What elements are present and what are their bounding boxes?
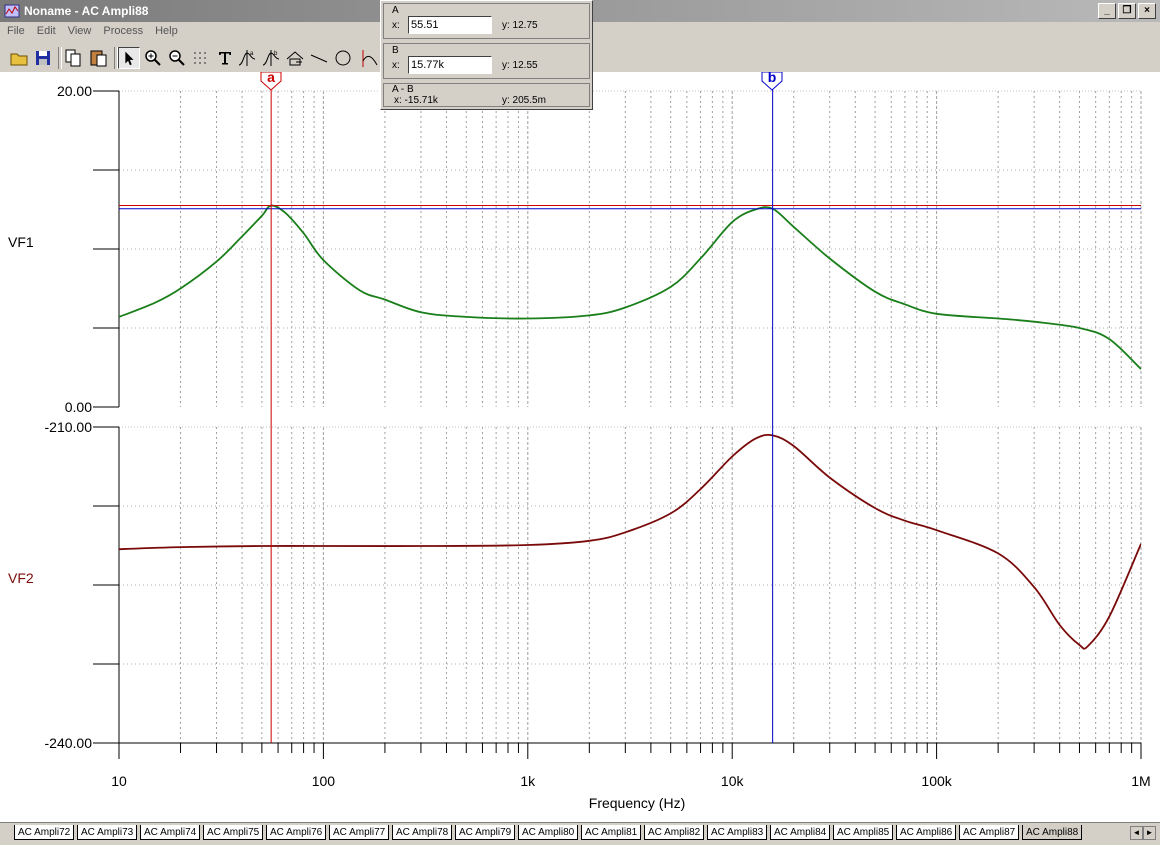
cursor-b-x-label: x: <box>392 60 400 71</box>
cursor-b-label: B <box>392 45 399 56</box>
cursor-readout-panel: A x: 55.51 y: 12.75 B x: 15.77k y: 12.55… <box>380 0 593 110</box>
x-tick-label: 100 <box>312 773 336 789</box>
paste-icon[interactable] <box>88 47 110 69</box>
restore-button[interactable]: ❐ <box>1118 3 1136 19</box>
house-tool-icon[interactable] <box>284 47 306 69</box>
tab-scroll-right-icon[interactable]: ► <box>1143 826 1156 840</box>
cursor-a-marker-label: a <box>267 72 275 85</box>
cursor-b-marker[interactable]: b <box>761 72 783 91</box>
trace-vf1[interactable] <box>119 204 1141 370</box>
app-icon <box>4 4 20 18</box>
trace-name-bottom[interactable]: VF2 <box>8 570 34 586</box>
menu-edit[interactable]: Edit <box>30 22 61 42</box>
cursor-a-marker[interactable]: a <box>260 72 282 91</box>
sheet-tab[interactable]: AC Ampli81 <box>581 825 642 840</box>
menu-help[interactable]: Help <box>148 22 183 42</box>
sheet-tab[interactable]: AC Ampli76 <box>266 825 327 840</box>
trace-vf2[interactable] <box>119 434 1141 650</box>
cursor-b-x-input[interactable]: 15.77k <box>408 56 492 74</box>
select-arrow-icon[interactable] <box>118 47 140 69</box>
sheet-tab[interactable]: AC Ampli86 <box>896 825 957 840</box>
grid-icon[interactable] <box>190 47 212 69</box>
cursor-a-y-value: y: 12.75 <box>502 20 538 31</box>
y-max-label-top: 20.00 <box>57 83 92 99</box>
tab-scroll[interactable]: ◄ ► <box>1130 826 1156 840</box>
cursor-diff-group: A - B x: -15.71k y: 205.5m <box>383 83 590 107</box>
y-min-label-bottom: -240.00 <box>45 735 93 751</box>
menu-view[interactable]: View <box>61 22 97 42</box>
sheet-tab[interactable]: AC Ampli87 <box>959 825 1020 840</box>
sheet-tab[interactable]: AC Ampli88 <box>1022 825 1083 840</box>
sheet-tab[interactable]: AC Ampli74 <box>140 825 201 840</box>
sheet-tab[interactable]: AC Ampli73 <box>77 825 138 840</box>
sheet-tab[interactable]: AC Ampli72 <box>14 825 75 840</box>
minimize-button[interactable]: _ <box>1098 3 1116 19</box>
x-tick-label: 1M <box>1131 773 1150 789</box>
x-tick-label: 10 <box>111 773 127 789</box>
grid-lines <box>119 90 1142 743</box>
cursor-diff-x-value: x: -15.71k <box>394 95 438 106</box>
zoom-in-icon[interactable] <box>142 47 164 69</box>
cursor-a-tool-icon[interactable]: a <box>236 47 258 69</box>
trace-name-top[interactable]: VF1 <box>8 234 34 250</box>
sheet-tab-bar: AC Ampli72 AC Ampli73 AC Ampli74 AC Ampli75… <box>0 822 1160 845</box>
window-title: Noname - AC Ampli88 <box>24 4 149 18</box>
sheet-tab[interactable]: AC Ampli84 <box>770 825 831 840</box>
svg-text:b: b <box>274 51 278 57</box>
copy-icon[interactable] <box>62 47 84 69</box>
plot-area[interactable]: 20.00 0.00 VF1 -210.00 -240.00 VF2 10 10… <box>0 72 1160 822</box>
cursor-a-x-input[interactable]: 55.51 <box>408 16 492 34</box>
y-min-label-top: 0.00 <box>65 399 92 415</box>
x-tick-label: 10k <box>721 773 745 789</box>
cursor-diff-y-value: y: 205.5m <box>502 95 546 106</box>
menu-file[interactable]: File <box>0 22 30 42</box>
tab-scroll-left-icon[interactable]: ◄ <box>1130 826 1143 840</box>
sheet-tab[interactable]: AC Ampli78 <box>392 825 453 840</box>
sheet-tab[interactable]: AC Ampli80 <box>518 825 579 840</box>
cursor-a-label: A <box>392 5 399 16</box>
x-tick-label: 1k <box>520 773 536 789</box>
cursor-diff-label: A - B <box>392 84 414 95</box>
open-folder-icon[interactable] <box>8 47 30 69</box>
x-axis-title: Frequency (Hz) <box>589 795 685 811</box>
circle-tool-icon[interactable] <box>332 47 354 69</box>
cursor-b-tool-icon[interactable]: b <box>260 47 282 69</box>
sheet-tab[interactable]: AC Ampli79 <box>455 825 516 840</box>
cursor-a-x-label: x: <box>392 20 400 31</box>
cursor-b-y-value: y: 12.55 <box>502 60 538 71</box>
text-tool-icon[interactable] <box>214 47 236 69</box>
cursor-b-marker-label: b <box>768 72 777 85</box>
y-max-label-bottom: -210.00 <box>45 419 93 435</box>
close-button[interactable]: × <box>1138 3 1156 19</box>
sheet-tab[interactable]: AC Ampli85 <box>833 825 894 840</box>
cursor-a-group: A x: 55.51 y: 12.75 <box>383 3 590 39</box>
sheet-tab[interactable]: AC Ampli77 <box>329 825 390 840</box>
zoom-out-icon[interactable] <box>166 47 188 69</box>
cursors[interactable] <box>119 90 1141 743</box>
sheet-tab[interactable]: AC Ampli75 <box>203 825 264 840</box>
chart-svg: 20.00 0.00 VF1 -210.00 -240.00 VF2 10 10… <box>8 72 1151 811</box>
menu-process[interactable]: Process <box>96 22 148 42</box>
cursor-marker-icon[interactable] <box>358 47 380 69</box>
save-disk-icon[interactable] <box>32 47 54 69</box>
cursor-b-group: B x: 15.77k y: 12.55 <box>383 43 590 79</box>
line-tool-icon[interactable] <box>308 47 330 69</box>
axes <box>93 90 1142 759</box>
sheet-tab[interactable]: AC Ampli82 <box>644 825 705 840</box>
x-tick-label: 100k <box>921 773 952 789</box>
svg-text:a: a <box>250 51 254 57</box>
sheet-tab[interactable]: AC Ampli83 <box>707 825 768 840</box>
